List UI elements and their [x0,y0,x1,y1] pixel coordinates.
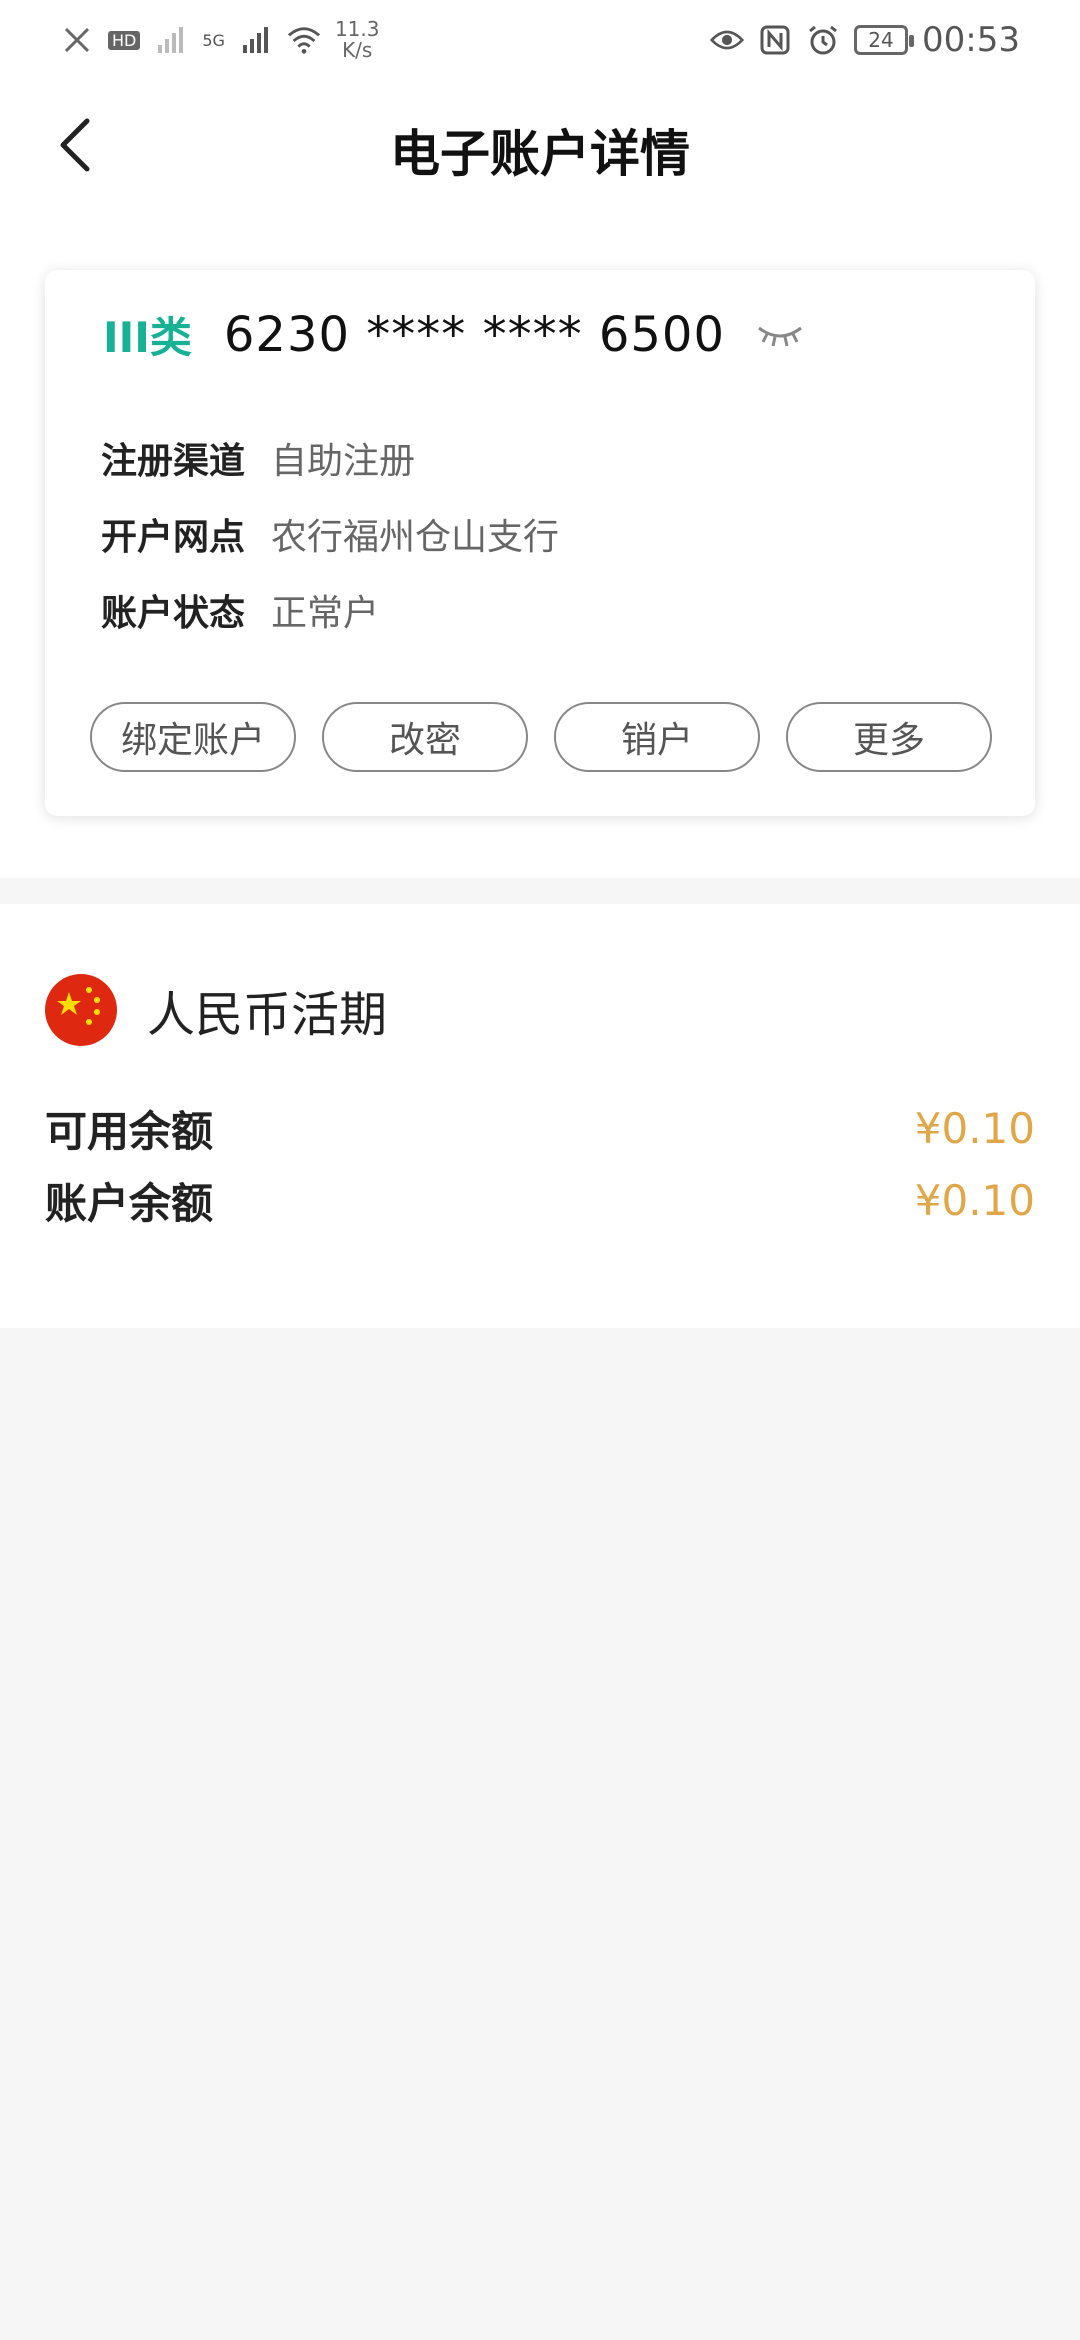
change-password-button[interactable]: 改密 [322,702,528,772]
sim-icon [60,23,94,57]
currency-header: 人民币活期 [45,974,387,1046]
account-actions: 绑定账户 改密 销户 更多 [90,702,992,772]
account-info-list: 注册渠道 自助注册 开户网点 农行福州仓山支行 账户状态 正常户 [101,420,559,648]
info-label: 账户状态 [101,593,246,634]
account-number: 6230 **** **** 6500 [223,306,725,363]
info-row-channel: 注册渠道 自助注册 [101,420,559,496]
info-value: 自助注册 [271,441,416,482]
signal-icon [239,23,273,57]
info-label: 注册渠道 [101,441,246,482]
clock: 00:53 [922,20,1020,60]
china-flag-icon [45,974,117,1046]
more-button[interactable]: 更多 [786,702,992,772]
info-value: 正常户 [271,593,380,634]
account-type: III类 [103,313,192,362]
info-row-branch: 开户网点 农行福州仓山支行 [101,496,559,572]
signal-weak-icon [154,23,188,57]
account-section: III类 6230 **** **** 6500 注册渠道 自助注册 开户网点 … [0,210,1080,878]
info-value: 农行福州仓山支行 [271,517,560,558]
eye-icon [710,23,745,57]
info-row-status: 账户状态 正常户 [101,572,559,648]
info-label: 开户网点 [101,517,246,558]
speed-unit: K/s [342,38,373,62]
alarm-icon [806,23,840,57]
wifi-icon [287,23,321,57]
close-account-button[interactable]: 销户 [554,702,760,772]
account-header: III类 6230 **** **** 6500 [103,304,805,365]
available-balance-row: 可用余额 ¥0.10 [45,1092,1035,1164]
speed-value: 11.3 [334,17,380,41]
available-balance-value: ¥0.10 [914,1103,1035,1153]
header: 电子账户详情 [0,80,1080,210]
account-card: III类 6230 **** **** 6500 注册渠道 自助注册 开户网点 … [45,270,1035,816]
battery-indicator: 24 [854,25,915,55]
available-balance-label: 可用余额 [45,1106,214,1156]
status-right: 24 00:53 [710,20,1020,60]
nfc-icon [758,23,792,57]
network-type: 5G [202,30,225,50]
account-balance-value: ¥0.10 [914,1175,1035,1225]
network-speed: 11.3 K/s [335,19,380,61]
bind-account-button[interactable]: 绑定账户 [90,702,296,772]
status-bar: HD 5G 11.3 K/s 24 00:53 [0,0,1080,80]
account-balance-row: 账户余额 ¥0.10 [45,1164,1035,1236]
page-title: 电子账户详情 [390,125,690,183]
currency-title: 人民币活期 [147,987,388,1043]
status-left: HD 5G 11.3 K/s [60,19,379,61]
account-balance-label: 账户余额 [45,1178,214,1228]
hd-badge: HD [108,30,141,50]
eye-closed-icon[interactable] [755,320,805,350]
currency-section: 人民币活期 可用余额 ¥0.10 账户余额 ¥0.10 [0,904,1080,1328]
